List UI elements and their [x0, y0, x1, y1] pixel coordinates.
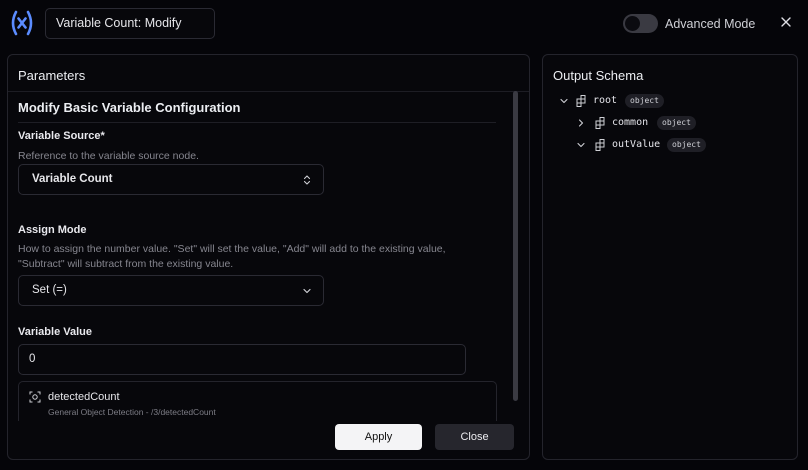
variable-source-description: Reference to the variable source node. — [18, 150, 199, 162]
variable-source-select[interactable]: Variable Count — [18, 164, 324, 195]
variable-source-value: Variable Count — [32, 173, 113, 185]
advanced-mode-label: Advanced Mode — [665, 17, 756, 31]
chevron-down-icon — [303, 288, 311, 294]
dialog-header: Variable Count: Modify Advanced Mode — [0, 0, 808, 50]
variable-x-logo-icon — [11, 10, 33, 36]
assign-mode-label: Assign Mode — [18, 224, 87, 236]
toggle-knob — [625, 16, 640, 31]
parameters-title: Parameters — [18, 68, 86, 83]
type-badge: object — [657, 116, 696, 130]
assign-mode-value: Set (=) — [32, 284, 67, 296]
variable-value-input[interactable]: 0 — [18, 344, 466, 375]
tree-node-name: root — [593, 95, 618, 106]
suggestion-path: General Object Detection - /3/detectedCo… — [48, 407, 216, 417]
output-schema-title: Output Schema — [553, 68, 644, 83]
tree-node-outvalue[interactable]: outValue object — [543, 138, 793, 154]
advanced-mode-toggle[interactable] — [623, 14, 658, 33]
parameters-panel: Parameters Modify Basic Variable Configu… — [7, 54, 530, 460]
variable-source-label: Variable Source* — [18, 130, 105, 142]
object-grid-icon — [576, 95, 586, 107]
close-button[interactable]: Close — [435, 424, 514, 450]
assign-mode-select[interactable]: Set (=) — [18, 275, 324, 306]
type-badge: object — [667, 138, 706, 152]
object-grid-icon — [595, 117, 605, 129]
tree-node-common[interactable]: common object — [543, 116, 793, 132]
detection-target-icon — [29, 391, 41, 403]
assign-mode-description: How to assign the number value. "Set" wi… — [18, 243, 446, 270]
suggestion-name: detectedCount — [48, 391, 120, 403]
divider — [8, 91, 529, 92]
output-schema-panel: Output Schema root object common object — [542, 54, 798, 460]
variable-value-label: Variable Value — [18, 326, 92, 338]
node-title-input[interactable]: Variable Count: Modify — [45, 8, 215, 39]
apply-button[interactable]: Apply — [335, 424, 422, 450]
type-badge: object — [625, 94, 664, 108]
section-title: Modify Basic Variable Configuration — [18, 100, 241, 115]
close-icon[interactable] — [778, 14, 794, 30]
object-grid-icon — [595, 139, 605, 151]
divider — [18, 122, 496, 123]
tree-node-root[interactable]: root object — [543, 94, 793, 110]
chevron-down-icon — [560, 98, 568, 104]
chevron-right-icon — [578, 119, 584, 127]
tree-node-name: outValue — [612, 139, 661, 150]
chevron-up-down-icon — [303, 175, 311, 185]
scrollbar[interactable] — [513, 91, 518, 401]
chevron-down-icon — [577, 142, 585, 148]
tree-node-name: common — [612, 117, 649, 128]
suggestion-item[interactable]: detectedCount General Object Detection -… — [18, 381, 497, 421]
